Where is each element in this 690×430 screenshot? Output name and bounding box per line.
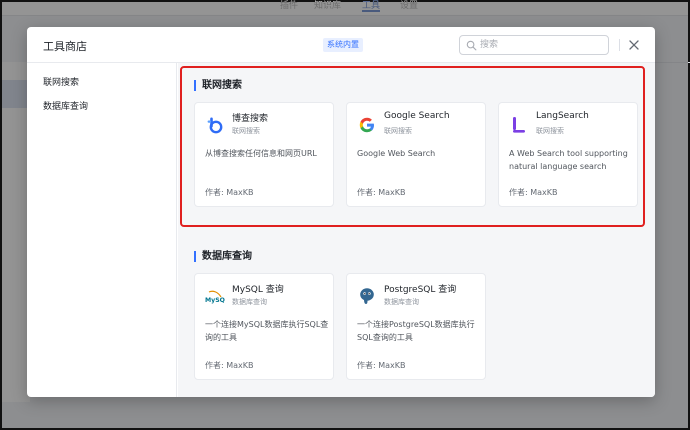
tool-card-postgresql[interactable]: PostgreSQL 查询 数据库查询 一个连接PostgreSQL数据库执行S… [346,273,486,380]
tool-name: LangSearch [536,111,589,121]
tool-name: Google Search [384,111,450,121]
section-title-web-search: 联网搜索 [194,80,242,91]
header-divider [619,39,620,51]
tool-category: 数据库查询 [384,298,419,306]
tool-name: 博查搜索 [232,114,269,124]
tool-description: Google Web Search [357,149,436,158]
tool-description: 从博查搜索任何信息和网页URL [205,149,317,158]
tool-list: 联网搜索 博查搜索 联网搜索 从博查搜索任何信息和网页URL 作者: MaxKB… [178,63,655,397]
google-icon [359,117,374,133]
search-icon [466,40,477,51]
dialog-title: 工具商店 [43,40,87,53]
tool-category: 联网搜索 [384,127,412,135]
tool-author: 作者: MaxKB [357,188,406,197]
sidebar-item-web-search[interactable]: 联网搜索 [43,75,79,88]
category-sidebar: 联网搜索 数据库查询 [27,63,177,397]
tool-card-bocha[interactable]: 博查搜索 联网搜索 从博查搜索任何信息和网页URL 作者: MaxKB [194,102,334,207]
tool-author: 作者: MaxKB [205,188,254,197]
tool-author: 作者: MaxKB [509,188,558,197]
tool-name: PostgreSQL 查询 [384,285,457,295]
search-box[interactable] [459,35,609,55]
tool-category: 数据库查询 [232,298,267,306]
section-title-database-query: 数据库查询 [194,251,252,262]
sidebar-item-database-query[interactable]: 数据库查询 [43,99,88,112]
bocha-icon [207,117,223,134]
tool-card-google-search[interactable]: Google Search 联网搜索 Google Web Search 作者:… [346,102,486,207]
tool-author: 作者: MaxKB [205,361,254,370]
builtin-tag[interactable]: 系统内置 [323,38,363,52]
postgresql-icon [360,288,374,304]
tool-author: 作者: MaxKB [357,361,406,370]
svg-text:MySQL: MySQL [205,297,225,304]
search-input[interactable] [480,37,604,53]
tool-card-mysql[interactable]: MySQL MySQL 查询 数据库查询 一个连接MySQL数据库执行SQL查询… [194,273,334,380]
close-icon[interactable] [627,38,641,52]
tool-card-langsearch[interactable]: LangSearch 联网搜索 A Web Search tool suppor… [498,102,638,207]
mysql-icon: MySQL [205,290,225,304]
tool-store-dialog: 工具商店 系统内置 联网搜索 数据库查询 联网搜索 博查搜索 [27,27,655,397]
tool-category: 联网搜索 [536,127,564,135]
langsearch-icon [513,117,525,133]
tool-description: 一个连接PostgreSQL数据库执行SQL查询的工具 [357,320,475,342]
tool-category: 联网搜索 [232,127,260,135]
dialog-header: 工具商店 系统内置 [27,27,655,63]
tool-name: MySQL 查询 [232,285,284,295]
tool-description: 一个连接MySQL数据库执行SQL查询的工具 [205,320,329,342]
tool-description: A Web Search tool supporting natural lan… [509,149,628,171]
